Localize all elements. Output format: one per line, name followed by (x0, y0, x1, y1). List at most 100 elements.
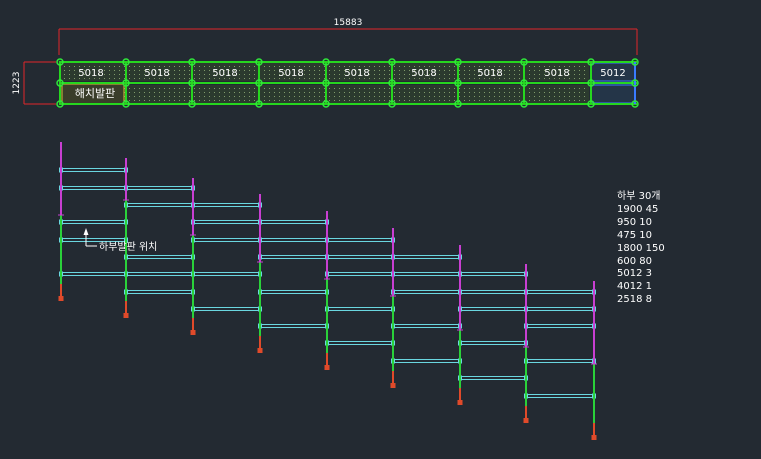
deck-dot (329, 96, 330, 97)
deck-dot (549, 92, 550, 93)
deck-dot (254, 100, 255, 101)
deck-dot (254, 96, 255, 97)
deck-dot (149, 96, 150, 97)
deck-dot (509, 96, 510, 97)
deck-dot (124, 74, 125, 75)
deck-dot (79, 66, 80, 67)
deck-dot (179, 78, 180, 79)
deck-dot (314, 88, 315, 89)
deck-dot (484, 88, 485, 89)
deck-dot (129, 96, 130, 97)
deck-dot (109, 78, 110, 79)
deck-dot (354, 96, 355, 97)
deck-dot (364, 96, 365, 97)
parts-list-item: 1900 45 (617, 203, 659, 215)
deck-dot (549, 100, 550, 101)
deck-dot (409, 70, 410, 71)
deck-dot (179, 100, 180, 101)
deck-dot (199, 66, 200, 67)
parts-list-item: 2518 8 (617, 294, 652, 306)
deck-dot (499, 100, 500, 101)
deck-dot (389, 88, 390, 89)
deck-dot (339, 66, 340, 67)
deck-dot (384, 96, 385, 97)
deck-dot (269, 92, 270, 93)
deck-dot (494, 92, 495, 93)
deck-dot (349, 100, 350, 101)
deck-dot (439, 74, 440, 75)
deck-dot (309, 70, 310, 71)
parts-list-item: 5012 3 (617, 268, 652, 280)
deck-dot (134, 74, 135, 75)
deck-dot (529, 92, 530, 93)
deck-dot (324, 96, 325, 97)
deck-dot (504, 100, 505, 101)
deck-dot (244, 70, 245, 71)
deck-dot (569, 96, 570, 97)
deck-dot (129, 78, 130, 79)
deck-dot (429, 66, 430, 67)
deck-dot (554, 100, 555, 101)
deck-dot (249, 70, 250, 71)
deck-dot (424, 66, 425, 67)
deck-dot (329, 70, 330, 71)
deck-dot (214, 96, 215, 97)
deck-dot (229, 100, 230, 101)
deck-dot (269, 78, 270, 79)
deck-dot (174, 78, 175, 79)
deck-dot (399, 96, 400, 97)
deck-dot (114, 66, 115, 67)
deck-dot (554, 92, 555, 93)
deck-dot (289, 66, 290, 67)
deck-dot (239, 92, 240, 93)
deck-dot (554, 96, 555, 97)
deck-dot (299, 96, 300, 97)
deck-dot (264, 78, 265, 79)
deck-dot (294, 66, 295, 67)
deck-dot (209, 70, 210, 71)
deck-dot (174, 88, 175, 89)
deck-dot (354, 88, 355, 89)
deck-dot (394, 88, 395, 89)
deck-dot (424, 88, 425, 89)
deck-dot (544, 88, 545, 89)
deck-dot (569, 66, 570, 67)
deck-dot (544, 92, 545, 93)
deck-dot (354, 66, 355, 67)
deck-dot (569, 100, 570, 101)
bay-labels: 5018 5018 5018 5018 5018 5018 5018 5018 … (78, 68, 625, 79)
deck-dot (279, 96, 280, 97)
deck-dot (64, 70, 65, 71)
deck-dot (134, 78, 135, 79)
deck-dot (314, 74, 315, 75)
deck-dot (164, 92, 165, 93)
deck-dot (249, 92, 250, 93)
deck-dot (459, 66, 460, 67)
deck-dot (404, 78, 405, 79)
deck-dot (539, 96, 540, 97)
deck-dot (504, 78, 505, 79)
deck-dot (464, 100, 465, 101)
deck-dot (164, 66, 165, 67)
deck-dot (404, 74, 405, 75)
deck-dot (514, 70, 515, 71)
bay-label: 5018 (477, 68, 502, 79)
deck-dot (574, 96, 575, 97)
deck-dot (484, 66, 485, 67)
deck-dot (379, 88, 380, 89)
deck-dot (74, 66, 75, 67)
deck-dot (304, 74, 305, 75)
deck-dot (134, 92, 135, 93)
deck-dot (214, 92, 215, 93)
deck-dot (314, 78, 315, 79)
deck-dot (339, 96, 340, 97)
deck-dot (179, 96, 180, 97)
deck-dot (509, 92, 510, 93)
deck-dot (384, 70, 385, 71)
deck-dot (374, 92, 375, 93)
deck-dot (279, 100, 280, 101)
deck-dot (529, 100, 530, 101)
deck-dot (544, 100, 545, 101)
deck-dot (244, 92, 245, 93)
deck-dot (504, 74, 505, 75)
